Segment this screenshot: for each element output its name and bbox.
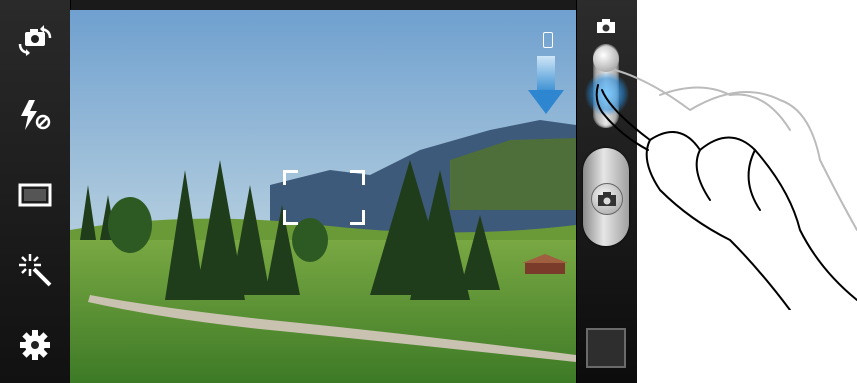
- shooting-mode-button[interactable]: [10, 170, 60, 220]
- magic-wand-icon: [19, 254, 52, 287]
- frame-icon: [18, 183, 52, 207]
- swipe-arrow-head-icon: [528, 90, 564, 114]
- flash-off-button[interactable]: [10, 90, 60, 140]
- hand-gesture-illustration: [595, 69, 857, 310]
- settings-button[interactable]: [10, 320, 60, 370]
- scene-image: [70, 10, 576, 383]
- camera-icon: [597, 19, 615, 33]
- swipe-arrow-icon: [537, 56, 555, 92]
- effects-button[interactable]: [10, 245, 60, 295]
- switch-camera-icon: [18, 25, 52, 56]
- gear-icon: [20, 330, 50, 360]
- camera-toolbar: [0, 0, 71, 383]
- viewfinder[interactable]: [70, 10, 576, 383]
- flash-off-icon: [21, 100, 51, 130]
- switch-camera-button[interactable]: [10, 16, 60, 66]
- gallery-thumbnail[interactable]: [586, 328, 626, 368]
- phone-orientation-icon: [543, 32, 553, 48]
